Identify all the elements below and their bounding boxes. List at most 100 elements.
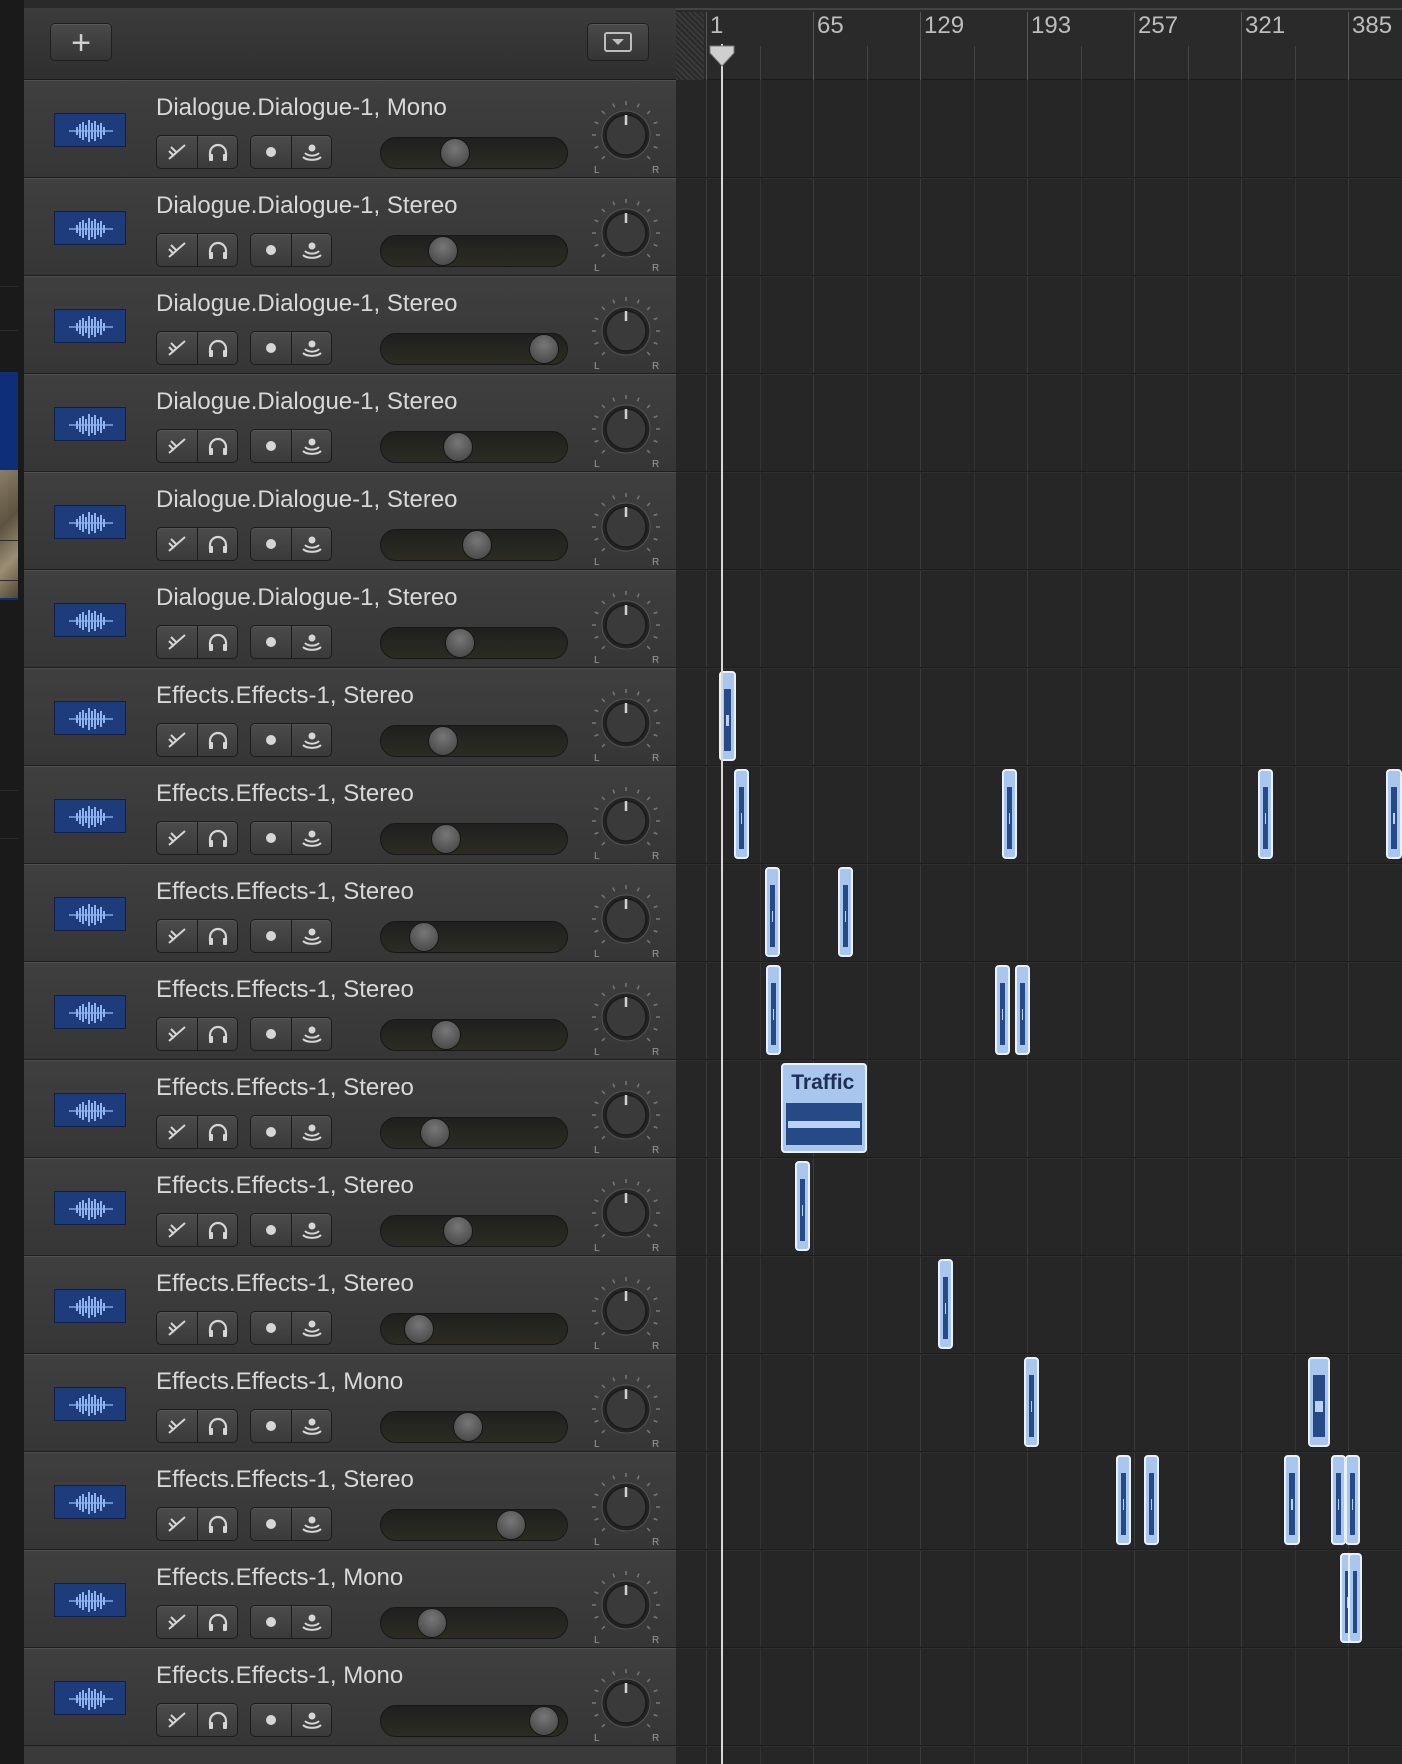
volume-slider-knob[interactable]	[445, 628, 475, 658]
pan-knob[interactable]: LR	[590, 1179, 662, 1254]
track-header[interactable]: Effects.Effects-1, Stereo L R	[24, 864, 676, 962]
audio-region[interactable]	[1144, 1455, 1160, 1545]
solo-button[interactable]	[198, 1018, 238, 1050]
mute-button[interactable]	[157, 626, 197, 658]
audio-region[interactable]	[995, 965, 1011, 1055]
track-header[interactable]: Effects.Effects-1, Stereo L R	[24, 1256, 676, 1354]
track-name[interactable]: Dialogue.Dialogue-1, Stereo	[156, 486, 458, 514]
audio-region[interactable]	[794, 1161, 810, 1251]
pan-knob[interactable]: LR	[590, 493, 662, 568]
solo-button[interactable]	[198, 1116, 238, 1148]
volume-slider-knob[interactable]	[409, 922, 439, 952]
solo-button[interactable]	[198, 920, 238, 952]
mute-button[interactable]	[157, 430, 197, 462]
pan-knob[interactable]: LR	[590, 1571, 662, 1646]
audio-region[interactable]	[766, 965, 782, 1055]
volume-slider[interactable]	[380, 137, 568, 169]
record-enable-button[interactable]	[251, 1508, 291, 1540]
track-header[interactable]: Dialogue.Dialogue-1, Stereo L R	[24, 472, 676, 570]
input-monitor-button[interactable]	[292, 822, 332, 854]
pan-knob[interactable]: LR	[590, 101, 662, 176]
mute-button[interactable]	[157, 332, 197, 364]
solo-button[interactable]	[198, 1508, 238, 1540]
volume-slider-knob[interactable]	[417, 1608, 447, 1638]
input-monitor-button[interactable]	[292, 1508, 332, 1540]
record-enable-button[interactable]	[251, 626, 291, 658]
track-name[interactable]: Dialogue.Dialogue-1, Stereo	[156, 290, 458, 318]
pan-knob[interactable]: LR	[590, 689, 662, 764]
track-header[interactable]: Effects.Effects-1, Stereo L R	[24, 1158, 676, 1256]
track-name[interactable]: Effects.Effects-1, Stereo	[156, 1466, 414, 1494]
volume-slider-knob[interactable]	[420, 1118, 450, 1148]
solo-button[interactable]	[198, 332, 238, 364]
input-monitor-button[interactable]	[292, 1116, 332, 1148]
record-enable-button[interactable]	[251, 1312, 291, 1344]
record-enable-button[interactable]	[251, 234, 291, 266]
audio-region[interactable]: Traffic	[781, 1063, 867, 1153]
track-name[interactable]: Dialogue.Dialogue-1, Mono	[156, 94, 447, 122]
pan-knob[interactable]: LR	[590, 1375, 662, 1450]
volume-slider-knob[interactable]	[428, 236, 458, 266]
volume-slider-knob[interactable]	[428, 726, 458, 756]
mute-button[interactable]	[157, 1508, 197, 1540]
track-view-menu-button[interactable]	[587, 23, 649, 61]
solo-button[interactable]	[198, 724, 238, 756]
track-header[interactable]: Dialogue.Dialogue-1, Mono L R	[24, 80, 676, 178]
audio-region[interactable]	[1257, 769, 1273, 859]
track-name[interactable]: Effects.Effects-1, Stereo	[156, 682, 414, 710]
track-name[interactable]: Effects.Effects-1, Mono	[156, 1368, 403, 1396]
audio-region[interactable]	[764, 867, 780, 957]
solo-button[interactable]	[198, 1214, 238, 1246]
track-name[interactable]: Effects.Effects-1, Mono	[156, 1662, 403, 1690]
solo-button[interactable]	[198, 1410, 238, 1442]
pan-knob[interactable]: LR	[590, 787, 662, 862]
solo-button[interactable]	[198, 1704, 238, 1736]
record-enable-button[interactable]	[251, 528, 291, 560]
volume-slider-knob[interactable]	[404, 1314, 434, 1344]
mute-button[interactable]	[157, 1214, 197, 1246]
volume-slider[interactable]	[380, 1411, 568, 1443]
track-name[interactable]: Dialogue.Dialogue-1, Stereo	[156, 192, 458, 220]
pan-knob[interactable]: LR	[590, 591, 662, 666]
solo-button[interactable]	[198, 136, 238, 168]
track-name[interactable]: Effects.Effects-1, Stereo	[156, 1074, 414, 1102]
audio-region[interactable]	[1307, 1357, 1330, 1447]
mute-button[interactable]	[157, 136, 197, 168]
pan-knob[interactable]: LR	[590, 1277, 662, 1352]
audio-region[interactable]	[1386, 769, 1402, 859]
track-header[interactable]: Effects.Effects-1, Stereo L R	[24, 1452, 676, 1550]
pan-knob[interactable]: LR	[590, 1081, 662, 1156]
record-enable-button[interactable]	[251, 1214, 291, 1246]
mute-button[interactable]	[157, 822, 197, 854]
solo-button[interactable]	[198, 822, 238, 854]
pan-knob[interactable]: LR	[590, 983, 662, 1058]
track-name[interactable]: Effects.Effects-1, Stereo	[156, 1172, 414, 1200]
volume-slider-knob[interactable]	[462, 530, 492, 560]
record-enable-button[interactable]	[251, 136, 291, 168]
volume-slider-knob[interactable]	[443, 432, 473, 462]
record-enable-button[interactable]	[251, 1410, 291, 1442]
bar-ruler[interactable]: 1 65 129 193 257 321 385	[676, 0, 1402, 80]
track-header[interactable]: Dialogue.Dialogue-1, Stereo L R	[24, 178, 676, 276]
volume-slider[interactable]	[380, 1019, 568, 1051]
audio-region[interactable]	[838, 867, 854, 957]
track-header[interactable]: Effects.Effects-1, Stereo L R	[24, 766, 676, 864]
mute-button[interactable]	[157, 1410, 197, 1442]
pan-knob[interactable]: LR	[590, 1669, 662, 1744]
input-monitor-button[interactable]	[292, 1606, 332, 1638]
audio-region[interactable]	[1001, 769, 1017, 859]
mute-button[interactable]	[157, 528, 197, 560]
track-name[interactable]: Effects.Effects-1, Mono	[156, 1564, 403, 1592]
add-track-button[interactable]: +	[50, 23, 112, 62]
record-enable-button[interactable]	[251, 430, 291, 462]
volume-slider-knob[interactable]	[496, 1510, 526, 1540]
input-monitor-button[interactable]	[292, 1018, 332, 1050]
input-monitor-button[interactable]	[292, 234, 332, 266]
mute-button[interactable]	[157, 1606, 197, 1638]
mute-button[interactable]	[157, 1018, 197, 1050]
timeline-area[interactable]: 1 65 129 193 257 321 385 Traffic	[676, 0, 1402, 1764]
solo-button[interactable]	[198, 234, 238, 266]
volume-slider[interactable]	[380, 823, 568, 855]
volume-slider-knob[interactable]	[431, 1020, 461, 1050]
track-header[interactable]: Effects.Effects-1, Stereo L R	[24, 1060, 676, 1158]
